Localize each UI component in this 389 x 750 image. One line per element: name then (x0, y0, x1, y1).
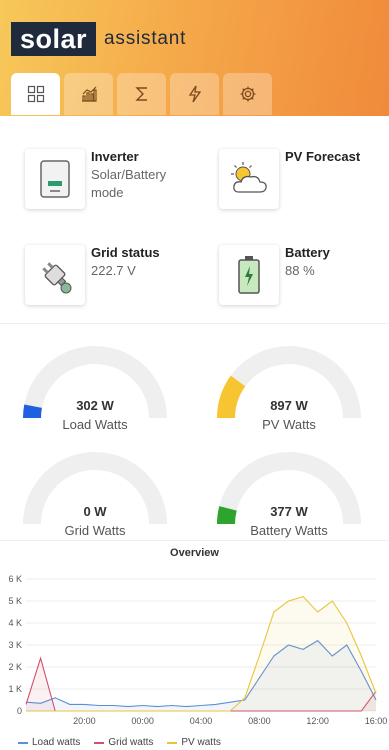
sigma-icon (134, 87, 147, 101)
overview-chart[interactable]: Overview 01 K2 K3 K4 K5 K6 K 20:00 00:00 04… (0, 540, 389, 750)
pv-watts-value: 897 W (270, 398, 308, 413)
gauge-battery: 377 W Battery Watts (214, 451, 364, 541)
tab-totals[interactable] (117, 73, 166, 115)
inverter-title: Inverter (91, 149, 139, 164)
pv-forecast-card[interactable]: PV Forecast (219, 149, 360, 209)
x-tick-label: 08:00 (248, 716, 271, 726)
legend-label: PV watts (181, 737, 221, 748)
x-tick-label: 00:00 (131, 716, 154, 726)
y-tick-label: 1 K (8, 684, 22, 694)
tab-dashboard[interactable] (11, 73, 60, 115)
series-area (26, 596, 376, 711)
app-header: solar assistant (0, 0, 389, 116)
load-watts-value: 302 W (76, 398, 114, 413)
dashboard-grid-icon (27, 85, 44, 103)
inverter-icon (40, 160, 70, 198)
chart-plot: 0 1 K 2 K 3 K 4 K 5 K 6 K 20:00 00:00 04:00 08:00 1… (8, 574, 388, 726)
inverter-mode-line2: mode (91, 185, 124, 200)
load-watts-label: Load Watts (62, 417, 128, 432)
y-tick-label: 3 K (8, 640, 22, 650)
battery-title: Battery (285, 245, 330, 260)
legend-item[interactable]: Grid watts (94, 737, 153, 748)
y-tick-label: 5 K (8, 596, 22, 606)
legend-label: Load watts (32, 737, 81, 748)
x-tick-label: 16:00 (365, 716, 388, 726)
legend-swatch (94, 741, 105, 744)
plug-icon (42, 262, 72, 294)
gear-icon (240, 86, 255, 102)
status-cards: Inverter Solar/Battery mode PV Forecast (0, 116, 389, 324)
battery-percent: 88 % (285, 263, 315, 278)
grid-voltage: 222.7 V (91, 263, 136, 278)
tab-charts[interactable] (64, 73, 113, 115)
chart-legend: Load watts Grid watts PV watts (18, 737, 235, 748)
battery-watts-label: Battery Watts (250, 523, 328, 538)
grid-card[interactable]: Grid status 222.7 V (25, 245, 160, 305)
battery-icon (238, 256, 260, 294)
logo[interactable]: solar assistant (11, 22, 186, 56)
grid-watts-label: Grid Watts (64, 523, 126, 538)
legend-item[interactable]: PV watts (167, 737, 221, 748)
pv-watts-label: PV Watts (262, 417, 316, 432)
legend-label: Grid watts (108, 737, 154, 748)
battery-watts-value: 377 W (270, 504, 308, 519)
logo-box: solar (11, 22, 97, 56)
legend-swatch (18, 741, 28, 744)
gauges-panel: 302 W Load Watts 897 W PV Watts 0 W Grid… (0, 325, 389, 540)
y-tick-label: 0 (17, 706, 22, 716)
grid-icon-box (25, 245, 85, 305)
battery-icon-box (219, 245, 279, 305)
grid-watts-value: 0 W (83, 504, 107, 519)
legend-swatch (167, 741, 178, 744)
pv-forecast-title: PV Forecast (285, 149, 361, 164)
y-tick-label: 2 K (8, 662, 22, 672)
sun-cloud-icon (231, 162, 267, 193)
inverter-card[interactable]: Inverter Solar/Battery mode (25, 149, 166, 209)
logo-text: assistant (104, 28, 187, 49)
x-tick-label: 04:00 (190, 716, 213, 726)
gauge-grid: 0 W Grid Watts (20, 451, 170, 541)
legend-item[interactable]: Load watts (18, 737, 80, 748)
chart-icon (81, 86, 97, 102)
grid-status-title: Grid status (91, 245, 160, 260)
tab-power[interactable] (170, 73, 219, 115)
pv-forecast-icon-box (219, 149, 279, 209)
gauge-load: 302 W Load Watts (20, 345, 170, 435)
x-tick-label: 12:00 (306, 716, 329, 726)
inverter-icon-box (25, 149, 85, 209)
x-tick-label: 20:00 (73, 716, 96, 726)
inverter-mode-line1: Solar/Battery (91, 167, 167, 182)
tab-settings[interactable] (223, 73, 272, 115)
gauge-pv: 897 W PV Watts (214, 345, 364, 435)
y-tick-label: 4 K (8, 618, 22, 628)
lightning-icon (188, 85, 201, 103)
y-tick-label: 6 K (8, 574, 22, 584)
battery-card[interactable]: Battery 88 % (219, 245, 330, 305)
tab-bar (11, 73, 276, 115)
